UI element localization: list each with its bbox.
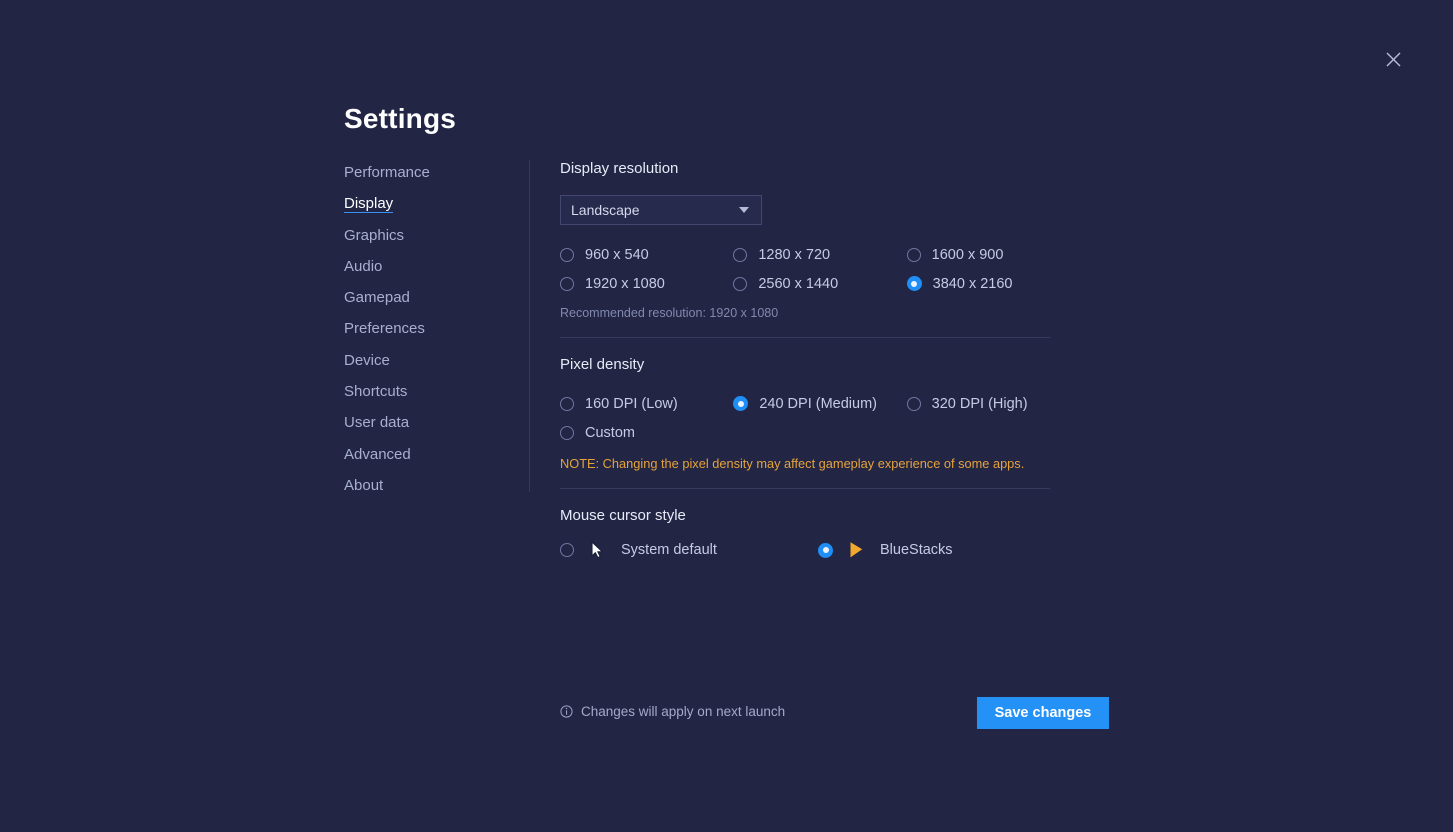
resolution-option-1600x900[interactable]: 1600 x 900: [906, 240, 1080, 269]
orientation-select-value: Landscape: [571, 202, 640, 218]
resolution-option-label: 1280 x 720: [758, 246, 831, 263]
sidebar-item-graphics[interactable]: Graphics: [344, 226, 404, 245]
chevron-down-icon: [739, 207, 749, 213]
cursor-option-system-default[interactable]: System default: [560, 541, 818, 559]
settings-content-panel: Display resolution Landscape 960 x 540 1…: [560, 160, 1080, 559]
recommended-resolution-text: Recommended resolution: 1920 x 1080: [560, 306, 779, 320]
radio-icon: [733, 247, 748, 262]
radio-icon: [560, 247, 574, 262]
sidebar-item-audio[interactable]: Audio: [344, 257, 382, 276]
radio-icon-selected: [733, 396, 749, 411]
sidebar-item-display[interactable]: Display: [344, 194, 394, 214]
pixel-density-radio-group: 160 DPI (Low) 240 DPI (Medium) 320 DPI (…: [560, 389, 1080, 447]
radio-icon: [560, 396, 574, 411]
system-cursor-icon: [586, 541, 608, 559]
radio-icon-selected: [906, 276, 922, 291]
sidebar-item-performance[interactable]: Performance: [344, 163, 430, 182]
resolution-option-960x540[interactable]: 960 x 540: [560, 240, 733, 269]
resolution-option-label: 3840 x 2160: [932, 275, 1013, 292]
cursor-option-label: System default: [621, 542, 717, 558]
sidebar-item-advanced[interactable]: Advanced: [344, 445, 411, 464]
close-icon[interactable]: [1379, 45, 1408, 74]
sidebar-item-gamepad[interactable]: Gamepad: [344, 288, 410, 307]
radio-icon-selected: [818, 542, 833, 558]
settings-sidebar: Performance Display Graphics Audio Gamep…: [344, 163, 514, 507]
sidebar-item-device[interactable]: Device: [344, 351, 390, 370]
radio-icon: [560, 425, 574, 440]
pixel-density-note: NOTE: Changing the pixel density may aff…: [560, 456, 1025, 471]
pixel-density-heading: Pixel density: [560, 356, 645, 373]
cursor-option-bluestacks[interactable]: BlueStacks: [818, 541, 953, 559]
pixel-density-option-160dpi[interactable]: 160 DPI (Low): [560, 389, 733, 418]
footer-note: Changes will apply on next launch: [560, 704, 785, 719]
display-resolution-heading: Display resolution: [560, 160, 679, 177]
sidebar-item-about[interactable]: About: [344, 476, 383, 495]
section-divider: [560, 337, 1050, 338]
section-divider: [560, 488, 1050, 489]
mouse-cursor-radio-group: System default BlueStacks: [560, 541, 1080, 559]
pixel-density-option-240dpi[interactable]: 240 DPI (Medium): [733, 389, 906, 418]
pixel-density-option-label: 320 DPI (High): [931, 395, 1028, 412]
pixel-density-option-custom[interactable]: Custom: [560, 418, 742, 447]
sidebar-separator: [529, 160, 530, 492]
page-title: Settings: [344, 103, 457, 134]
bluestacks-cursor-icon: [845, 541, 867, 559]
pixel-density-option-label: Custom: [585, 424, 635, 441]
radio-icon: [906, 396, 921, 411]
resolution-option-label: 1920 x 1080: [585, 275, 665, 292]
mouse-cursor-style-heading: Mouse cursor style: [560, 507, 686, 524]
cursor-option-label: BlueStacks: [880, 542, 953, 558]
resolution-option-label: 1600 x 900: [931, 246, 1004, 263]
resolution-option-2560x1440[interactable]: 2560 x 1440: [733, 269, 906, 298]
sidebar-item-preferences[interactable]: Preferences: [344, 319, 425, 338]
resolution-option-1280x720[interactable]: 1280 x 720: [733, 240, 906, 269]
sidebar-item-shortcuts[interactable]: Shortcuts: [344, 382, 407, 401]
radio-icon: [906, 247, 921, 262]
resolution-option-1920x1080[interactable]: 1920 x 1080: [560, 269, 733, 298]
radio-icon: [560, 276, 574, 291]
info-icon: [560, 705, 573, 718]
sidebar-item-user-data[interactable]: User data: [344, 413, 409, 432]
pixel-density-option-320dpi[interactable]: 320 DPI (High): [906, 389, 1080, 418]
pixel-density-option-label: 160 DPI (Low): [585, 395, 678, 412]
pixel-density-option-label: 240 DPI (Medium): [759, 395, 877, 412]
radio-icon: [733, 276, 748, 291]
footer-note-text: Changes will apply on next launch: [581, 704, 786, 719]
radio-icon: [560, 543, 574, 557]
orientation-select[interactable]: Landscape: [560, 195, 762, 225]
resolution-option-label: 2560 x 1440: [758, 275, 839, 292]
settings-window: Settings Performance Display Graphics Au…: [0, 0, 1453, 832]
resolution-radio-group: 960 x 540 1280 x 720 1600 x 900 1920 x 1…: [560, 240, 1080, 298]
resolution-option-label: 960 x 540: [585, 246, 649, 263]
resolution-option-3840x2160[interactable]: 3840 x 2160: [906, 269, 1080, 298]
save-changes-button[interactable]: Save changes: [977, 697, 1109, 729]
